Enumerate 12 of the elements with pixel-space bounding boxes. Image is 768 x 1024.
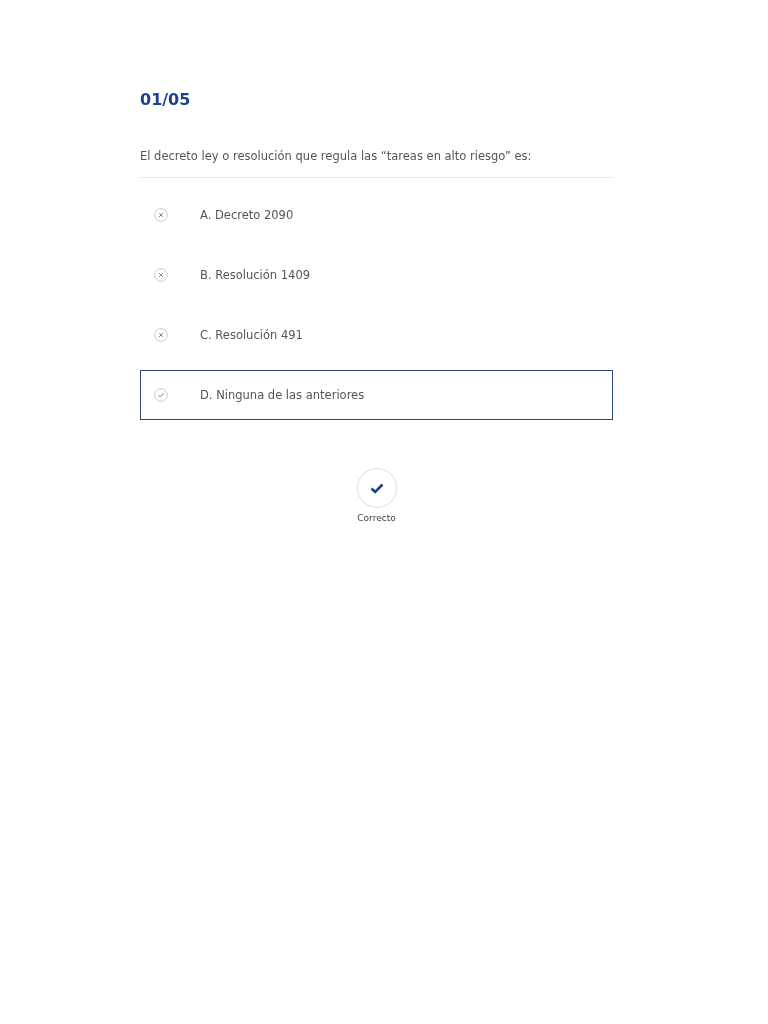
cross-icon [154, 328, 168, 342]
cross-icon [154, 208, 168, 222]
question-text: El decreto ley o resolución que regula las “tareas en alto riesgo” es: [140, 149, 613, 178]
cross-icon [154, 268, 168, 282]
answer-option[interactable]: B. Resolución 1409 [140, 250, 613, 300]
answer-option[interactable]: A. Decreto 2090 [140, 190, 613, 240]
answer-option[interactable]: D. Ninguna de las anteriores [140, 370, 613, 420]
check-icon [369, 482, 384, 494]
result-label: Correcto [357, 513, 396, 523]
question-counter: 01/05 [140, 90, 192, 109]
check-icon [154, 388, 168, 402]
answer-option[interactable]: C. Resolución 491 [140, 310, 613, 360]
